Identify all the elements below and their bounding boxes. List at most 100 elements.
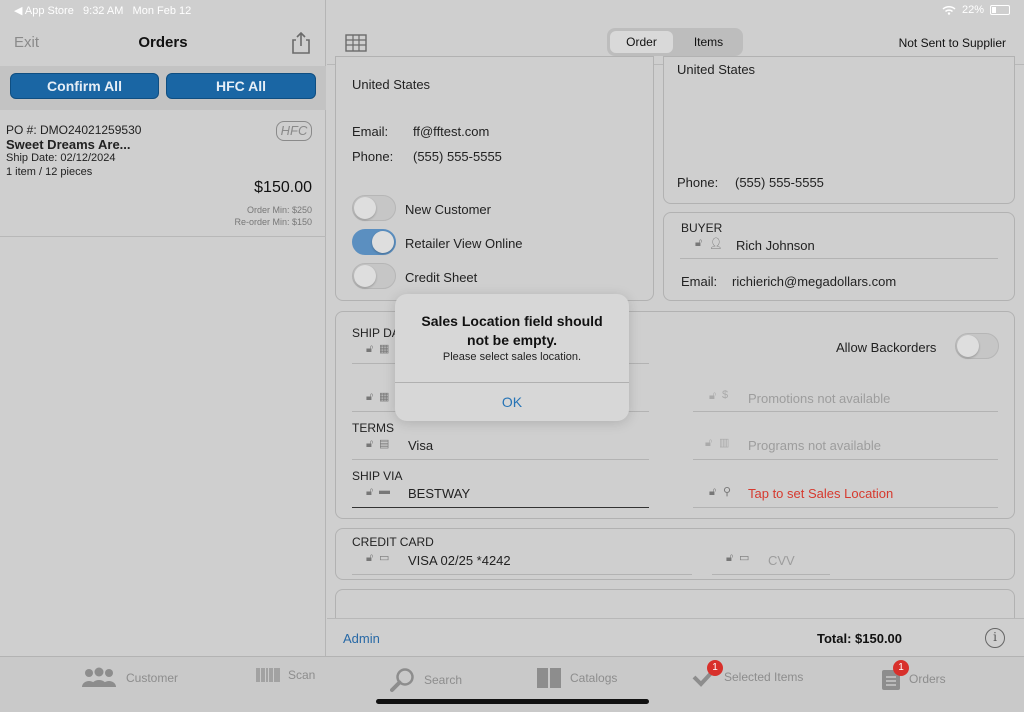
home-indicator[interactable] [376, 699, 649, 704]
cvv-field[interactable]: CVV [768, 553, 795, 568]
share-icon[interactable] [291, 31, 311, 54]
back-to-app-store[interactable]: ◀ App Store [14, 5, 74, 17]
customer-name: Sweet Dreams Are... [6, 137, 131, 152]
selected-items-badge: 1 [707, 660, 723, 676]
order-status: Not Sent to Supplier [898, 36, 1006, 50]
customer-country: United States [352, 77, 431, 92]
credit-sheet-label: Credit Sheet [405, 270, 478, 285]
order-min: Order Min: $250 [246, 205, 312, 215]
buyer-panel: BUYER 🔓︎ 👤︎ Rich Johnson Email: richieri… [663, 212, 1015, 301]
customer-email: ff@fftest.com [413, 124, 490, 139]
customer-panel: United States Email: ff@fftest.com Phone… [335, 56, 654, 301]
promotions-field[interactable]: Promotions not available [748, 391, 890, 406]
terms-label: TERMS [352, 421, 394, 435]
retailer-view-online-toggle[interactable] [352, 229, 396, 255]
buyer-label: BUYER [681, 221, 723, 235]
alert-message: Please select sales location. [442, 351, 582, 363]
tab-scan-label: Scan [288, 668, 316, 682]
new-customer-label: New Customer [405, 202, 491, 217]
ship-date: Ship Date: 02/12/2024 [6, 152, 116, 164]
barcode-icon [256, 668, 280, 682]
tab-selected-items-label: Selected Items [724, 670, 804, 684]
credit-card-icon: ▭ [739, 552, 750, 564]
tab-catalogs-label: Catalogs [570, 671, 618, 685]
tab-orders-label: Orders [909, 672, 946, 686]
orders-badge: 1 [893, 660, 909, 676]
programs-field[interactable]: Programs not available [748, 438, 881, 453]
people-icon [82, 667, 116, 687]
credit-card-panel: CREDIT CARD 🔓︎ ▭ VISA 02/25 *4242 🔓︎ ▭ C… [335, 528, 1015, 580]
ship-via-value[interactable]: BESTWAY [408, 486, 470, 501]
tab-customer[interactable]: Customer [80, 667, 178, 689]
customer-phone: (555) 555-5555 [413, 149, 502, 164]
sales-location-field[interactable]: Tap to set Sales Location [748, 486, 893, 501]
ship-date-label: SHIP DA [352, 326, 400, 340]
calendar-icon: ▦ [379, 391, 390, 403]
ship-country: United States [677, 62, 756, 77]
lock-icon: 🔓︎ [709, 486, 717, 498]
new-customer-toggle[interactable] [352, 195, 396, 221]
programs-icon: ▥ [719, 437, 730, 449]
orders-title: Orders [138, 34, 188, 51]
lock-icon: 🔓︎ [709, 390, 717, 402]
battery-icon [990, 5, 1010, 15]
order-footer: Admin Total: $150.00 i [327, 618, 1024, 656]
item-count: 1 item / 12 pieces [6, 166, 93, 178]
tab-order[interactable]: Order [610, 31, 673, 53]
lock-icon: 🔓︎ [705, 437, 713, 449]
battery-percent: 22% [961, 4, 984, 16]
order-total-footer: Total: $150.00 [817, 631, 903, 646]
allow-backorders-toggle[interactable] [955, 333, 999, 359]
credit-sheet-toggle[interactable] [352, 263, 396, 289]
ship-phone: (555) 555-5555 [735, 175, 824, 190]
layout-icon[interactable] [345, 34, 367, 52]
person-icon: 👤︎ [709, 238, 723, 250]
status-date: Mon Feb 12 [132, 5, 192, 17]
confirm-all-button[interactable]: Confirm All [10, 73, 159, 99]
location-pin-icon: ⚲ [723, 486, 732, 498]
alert-dialog: Sales Location field should not be empty… [395, 294, 629, 421]
tab-search[interactable]: Search [390, 667, 462, 693]
admin-link[interactable]: Admin [343, 631, 380, 646]
book-icon [537, 668, 561, 688]
lock-icon: 🔓︎ [366, 438, 374, 450]
order-list-item[interactable]: PO #: DMO24021259530 Sweet Dreams Are...… [0, 111, 326, 237]
calendar-icon: ▦ [379, 343, 390, 355]
lock-icon: 🔓︎ [695, 237, 703, 249]
tab-customer-label: Customer [126, 671, 179, 685]
wifi-icon [942, 5, 956, 15]
order-items-segmented-control: Order Items [607, 28, 743, 56]
lock-icon: 🔓︎ [366, 486, 374, 498]
buyer-name[interactable]: Rich Johnson [736, 238, 815, 253]
tab-scan[interactable]: Scan [256, 667, 315, 683]
hfc-all-button[interactable]: HFC All [166, 73, 316, 99]
credit-card-value[interactable]: VISA 02/25 *4242 [408, 553, 511, 568]
email-label: Email: [352, 124, 389, 139]
lock-icon: 🔓︎ [366, 343, 374, 355]
lock-icon: 🔓︎ [726, 552, 734, 564]
buyer-email: richierich@megadollars.com [732, 274, 897, 289]
tab-catalogs[interactable]: Catalogs [536, 667, 617, 689]
status-right: 22% [942, 4, 1010, 16]
status-left: ◀ App Store 9:32 AM Mon Feb 12 [14, 4, 191, 17]
tab-items[interactable]: Items [677, 31, 740, 53]
lock-icon: 🔓︎ [366, 391, 374, 403]
document-icon: ▤ [379, 438, 390, 450]
tab-orders[interactable]: Orders [881, 667, 946, 691]
ship-via-label: SHIP VIA [352, 469, 403, 483]
alert-title: Sales Location field should not be empty… [421, 313, 603, 348]
allow-backorders-label: Allow Backorders [836, 340, 937, 355]
ok-button[interactable]: OK [395, 383, 629, 421]
dollar-icon: $ [722, 389, 729, 401]
orders-pane: Exit Orders Confirm All HFC All PO #: DM… [0, 0, 326, 656]
ship-phone-label: Phone: [677, 175, 719, 190]
credit-card-label: CREDIT CARD [352, 535, 434, 549]
po-number: PO #: DMO24021259530 [6, 123, 142, 137]
truck-icon: ▬ [379, 485, 390, 497]
order-total: $150.00 [254, 179, 312, 196]
info-icon[interactable]: i [985, 628, 1005, 648]
status-bar: ◀ App Store 9:32 AM Mon Feb 12 22% [0, 0, 1024, 20]
terms-value[interactable]: Visa [408, 438, 433, 453]
hfc-badge[interactable]: HFC [276, 121, 312, 141]
status-time: 9:32 AM [83, 5, 124, 17]
